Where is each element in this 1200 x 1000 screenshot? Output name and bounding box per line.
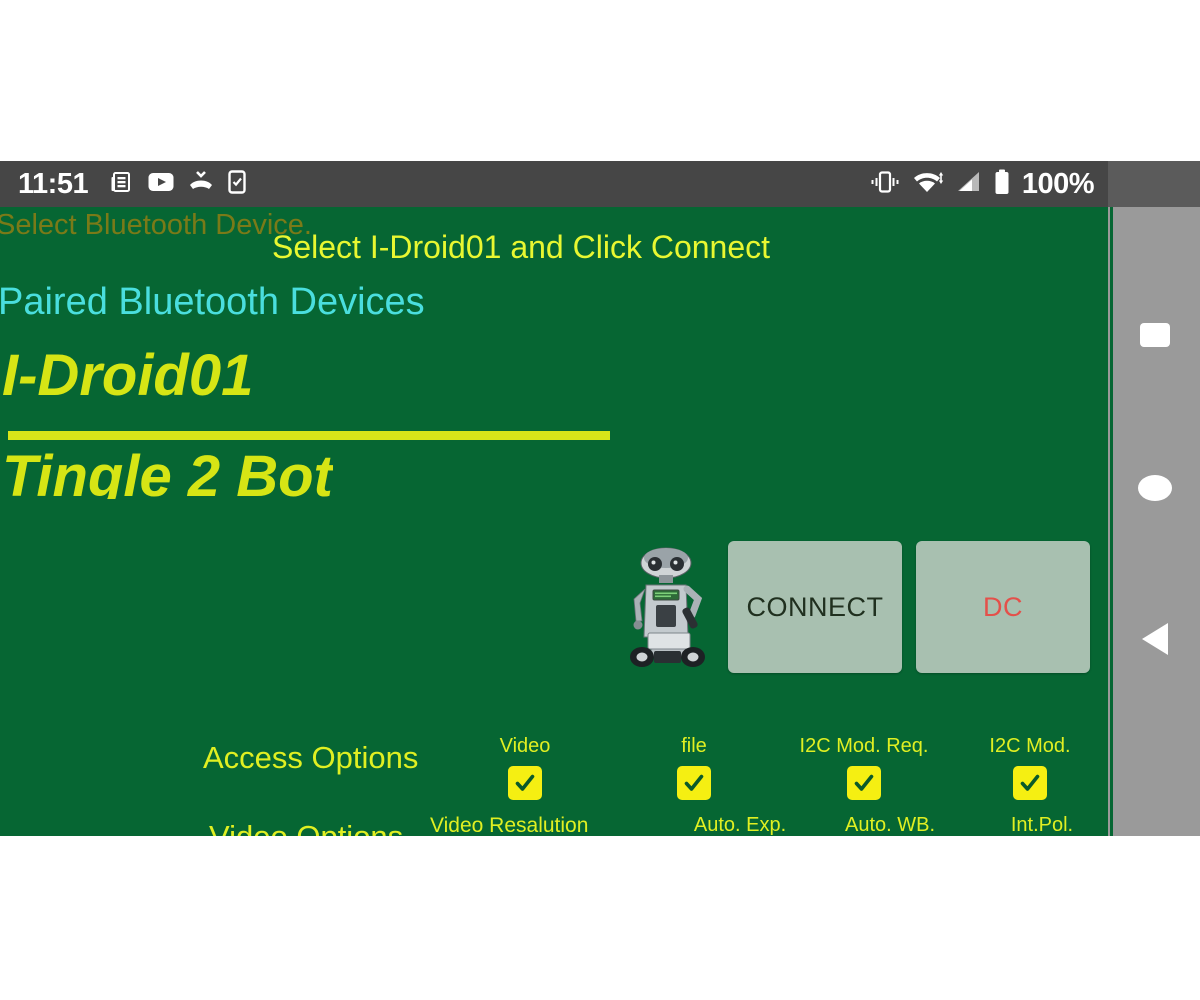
video-option-auto-wb[interactable]: Auto. WB.	[840, 814, 940, 836]
access-options-label: Access Options	[203, 740, 419, 775]
status-bar: 11:51 100%	[0, 161, 1108, 207]
device-selection-underline	[8, 431, 610, 440]
access-option-i2c-mod[interactable]: I2C Mod.	[975, 735, 1085, 800]
status-bar-clock: 11:51	[18, 167, 89, 200]
access-option-file[interactable]: file	[655, 735, 733, 800]
video-resolution-setting[interactable]: Video Resalution 128 x 96	[430, 814, 588, 836]
phone-screen: 11:51 100% Select Bluetooth Device. Sele…	[0, 161, 1200, 836]
nav-recents-button[interactable]	[1140, 323, 1170, 347]
status-bar-system-icons: 100%	[870, 167, 1095, 201]
news-icon	[110, 170, 134, 199]
missed-call-icon	[188, 170, 214, 198]
video-option-int-pol[interactable]: Int.Pol.	[992, 814, 1092, 836]
video-option-auto-exp[interactable]: Auto. Exp.	[690, 814, 790, 836]
access-option-i2c-mod-checkbox[interactable]	[1013, 766, 1047, 800]
system-navigation-bar	[1110, 207, 1200, 836]
video-option-int-pol-label: Int.Pol.	[1010, 814, 1074, 836]
access-option-video-label: Video	[499, 735, 551, 757]
video-options-label: Video Options	[209, 819, 403, 836]
bluetooth-device-spinner[interactable]: Select Bluetooth Device.	[0, 209, 312, 242]
status-bar-notification-icons	[110, 169, 246, 199]
connect-button[interactable]: CONNECT	[728, 541, 902, 673]
access-option-video[interactable]: Video	[486, 735, 564, 800]
paired-devices-title: Paired Bluetooth Devices	[0, 281, 425, 323]
robot-icon	[618, 545, 714, 669]
youtube-icon	[148, 172, 174, 197]
app-content: Select Bluetooth Device. Select I-Droid0…	[0, 207, 1108, 836]
video-option-auto-exp-label: Auto. Exp.	[693, 814, 787, 836]
video-resolution-label: Video Resalution	[430, 814, 589, 836]
access-option-i2c-mod-req[interactable]: I2C Mod. Req.	[790, 735, 938, 800]
disconnect-button[interactable]: DC	[916, 541, 1090, 673]
access-option-i2c-mod-label: I2C Mod.	[989, 735, 1071, 757]
instruction-headline: Select I-Droid01 and Click Connect	[272, 229, 771, 265]
access-option-i2c-mod-req-label: I2C Mod. Req.	[799, 735, 929, 757]
vibrate-icon	[870, 170, 900, 199]
nav-back-button[interactable]	[1142, 623, 1168, 655]
phone-check-icon	[228, 169, 246, 199]
battery-icon	[994, 169, 1010, 200]
nav-home-button[interactable]	[1138, 475, 1172, 501]
wifi-icon	[912, 170, 944, 199]
device-list-item[interactable]: Tingle 2 Bot	[2, 443, 333, 499]
battery-percent-label: 100%	[1021, 167, 1095, 200]
access-option-file-checkbox[interactable]	[677, 766, 711, 800]
access-option-file-label: file	[681, 735, 707, 757]
video-option-auto-wb-label: Auto. WB.	[844, 814, 936, 836]
access-option-video-checkbox[interactable]	[508, 766, 542, 800]
navbar-edge-stripe	[1110, 207, 1113, 836]
device-list-item-selected[interactable]: I-Droid01	[2, 342, 253, 409]
access-option-i2c-mod-req-checkbox[interactable]	[847, 766, 881, 800]
cellular-signal-icon	[956, 171, 982, 198]
status-bar-navbar-filler	[1108, 161, 1200, 207]
